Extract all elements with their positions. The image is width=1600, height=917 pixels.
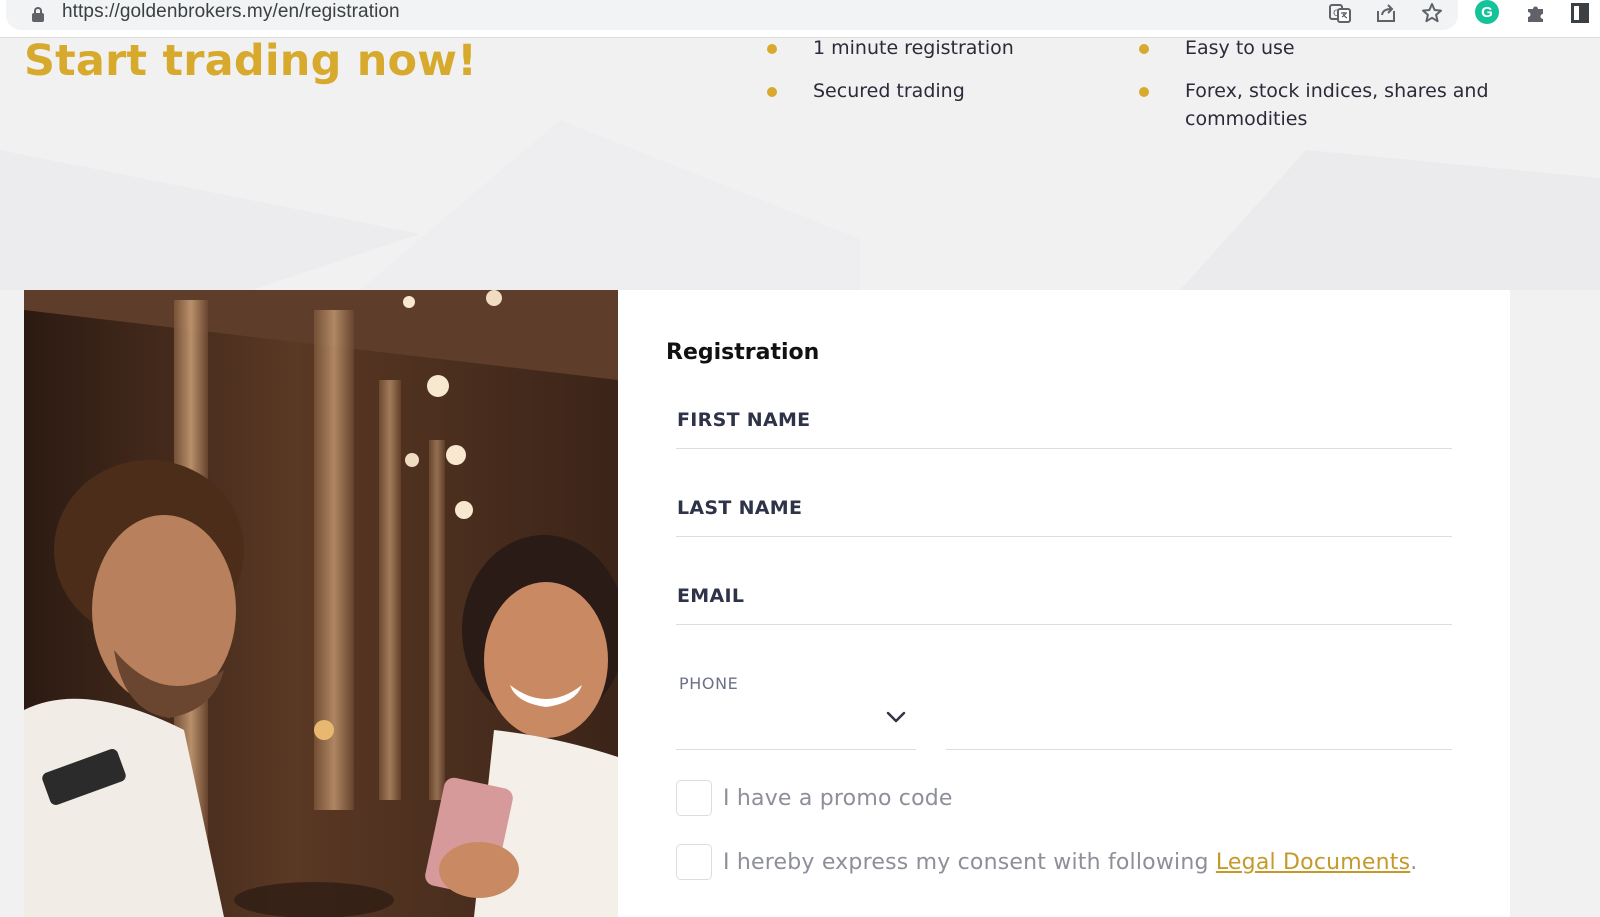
feature-item: 1 minute registration — [767, 34, 1014, 62]
legal-documents-link[interactable]: Legal Documents — [1216, 850, 1410, 875]
last-name-field[interactable]: LAST NAME — [677, 497, 802, 519]
background-shape — [0, 150, 420, 290]
share-icon[interactable] — [1372, 0, 1400, 26]
address-bar[interactable]: https://goldenbrokers.my/en/registration — [6, 0, 1458, 30]
hero-photo — [24, 290, 618, 917]
star-icon[interactable] — [1418, 0, 1446, 26]
chevron-down-icon[interactable] — [886, 707, 906, 727]
extensions-icon[interactable] — [1522, 0, 1550, 26]
bullet-icon — [767, 87, 777, 97]
browser-toolbar: https://goldenbrokers.my/en/registration… — [0, 0, 1600, 38]
phone-country-code-select[interactable] — [676, 695, 916, 750]
consent-row: I hereby express my consent with followi… — [676, 844, 1417, 880]
feature-text: 1 minute registration — [813, 37, 1014, 59]
phone-label: PHONE — [679, 674, 739, 693]
background-shape — [1180, 150, 1600, 290]
background-shape — [360, 120, 860, 290]
side-panel-icon[interactable] — [1566, 0, 1594, 26]
feature-item: Forex, stock indices, shares and commodi… — [1139, 77, 1525, 133]
registration-card: Registration FIRST NAME LAST NAME EMAIL … — [618, 290, 1510, 917]
translate-icon[interactable]: G — [1326, 0, 1354, 26]
phone-number-input[interactable] — [946, 695, 1452, 750]
first-name-field[interactable]: FIRST NAME — [677, 409, 810, 431]
feature-text: Forex, stock indices, shares and commodi… — [1185, 80, 1489, 130]
bullet-icon — [1139, 44, 1149, 54]
bullet-icon — [1139, 87, 1149, 97]
feature-text: Easy to use — [1185, 37, 1295, 59]
feature-item: Easy to use — [1139, 34, 1295, 62]
grammarly-icon[interactable]: G — [1475, 0, 1499, 24]
promo-code-row: I have a promo code — [676, 780, 953, 816]
page-title: Start trading now! — [24, 36, 478, 86]
registration-title: Registration — [666, 340, 820, 365]
consent-label: I hereby express my consent with followi… — [723, 850, 1417, 875]
email-underline — [676, 624, 1452, 625]
feature-text: Secured trading — [813, 80, 965, 102]
url-text[interactable]: https://goldenbrokers.my/en/registration — [62, 1, 400, 23]
email-field[interactable]: EMAIL — [677, 585, 744, 607]
first-name-underline — [676, 448, 1452, 449]
consent-checkbox[interactable] — [676, 844, 712, 880]
promo-code-label[interactable]: I have a promo code — [723, 786, 953, 811]
last-name-underline — [676, 536, 1452, 537]
bullet-icon — [767, 44, 777, 54]
lock-icon[interactable] — [32, 7, 44, 22]
feature-item: Secured trading — [767, 77, 965, 105]
promo-code-checkbox[interactable] — [676, 780, 712, 816]
people-with-phone-illustration — [24, 290, 618, 917]
consent-suffix: . — [1410, 849, 1418, 875]
consent-text: I hereby express my consent with followi… — [723, 849, 1216, 875]
